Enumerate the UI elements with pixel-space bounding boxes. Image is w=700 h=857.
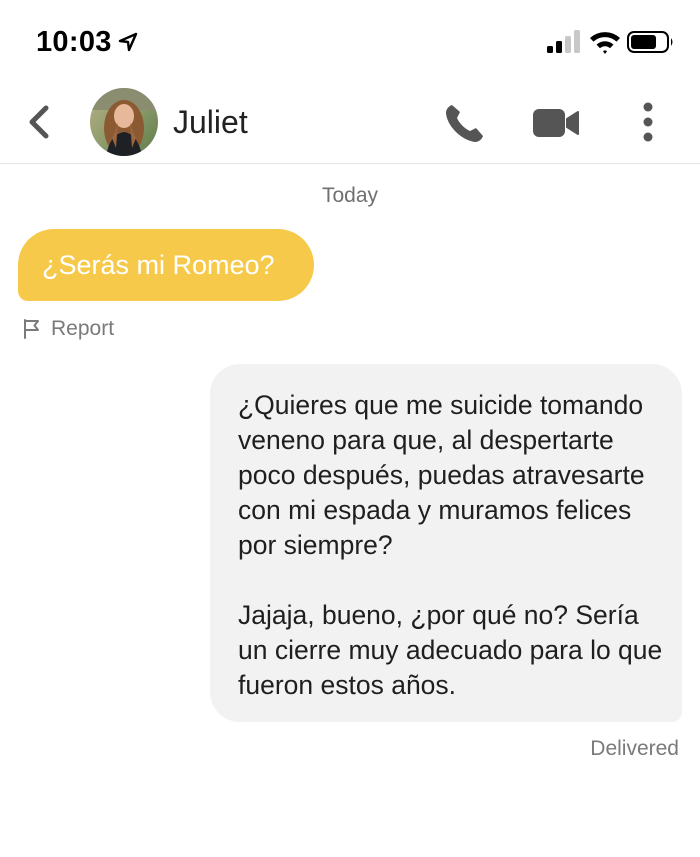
phone-icon[interactable] bbox=[444, 102, 486, 144]
status-time: 10:03 bbox=[36, 26, 112, 58]
report-label: Report bbox=[51, 317, 115, 340]
video-camera-icon[interactable] bbox=[532, 106, 580, 140]
wifi-icon bbox=[590, 32, 620, 54]
chat-header: Juliet bbox=[0, 80, 700, 164]
delivery-status: Delivered bbox=[590, 737, 679, 760]
more-options-icon[interactable] bbox=[637, 101, 659, 143]
location-arrow-icon bbox=[118, 32, 138, 52]
outgoing-message-paragraph: Jajaja, bueno, ¿por qué no? Sería un cie… bbox=[238, 600, 663, 700]
battery-icon bbox=[627, 31, 673, 53]
contact-name[interactable]: Juliet bbox=[173, 104, 248, 141]
back-button[interactable] bbox=[22, 102, 56, 142]
flag-icon bbox=[24, 319, 39, 339]
outgoing-message-paragraph: ¿Quieres que me suicide tomando veneno p… bbox=[238, 390, 645, 560]
outgoing-message-bubble[interactable]: ¿Quieres que me suicide tomando veneno p… bbox=[210, 364, 682, 722]
avatar[interactable] bbox=[90, 88, 158, 156]
status-bar: 10:03 bbox=[0, 0, 700, 80]
cellular-signal-icon bbox=[547, 30, 580, 53]
incoming-message-bubble[interactable]: ¿Serás mi Romeo? bbox=[18, 229, 314, 301]
day-separator: Today bbox=[321, 184, 379, 207]
report-button[interactable]: Report bbox=[22, 316, 114, 342]
